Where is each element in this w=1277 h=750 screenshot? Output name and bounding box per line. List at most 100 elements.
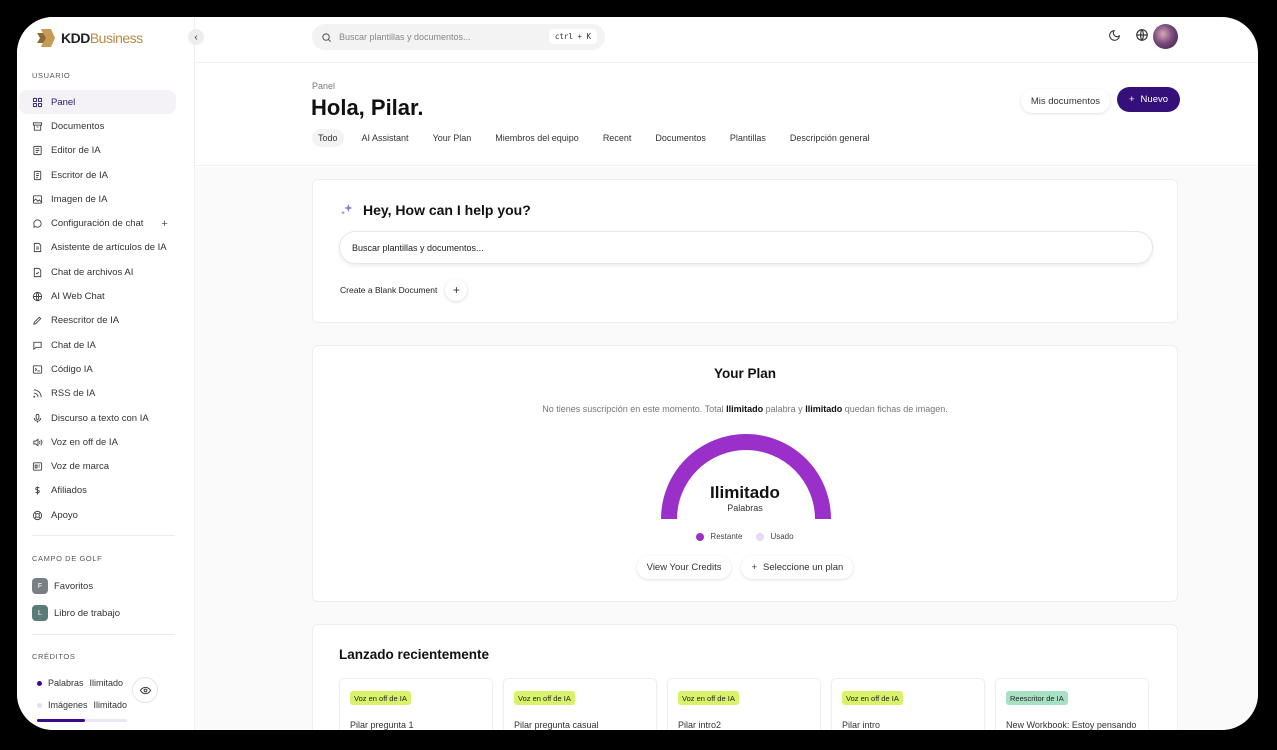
assistant-search-input[interactable]: Buscar plantillas y documentos... — [339, 231, 1153, 264]
sidebar-item-label: Escritor de IA — [51, 169, 109, 181]
document-title: Pilar intro2 — [678, 720, 722, 730]
legend-remaining: Restante — [696, 532, 742, 541]
chat-icon — [32, 218, 43, 229]
sidebar-item-escritor-de-ia[interactable]: Escritor de IA — [19, 163, 176, 187]
globe-icon[interactable] — [1134, 27, 1150, 43]
sidebar-item-discurso-a-texto-con-ia[interactable]: Discurso a texto con IA — [19, 406, 176, 430]
workspace-label: Favoritos — [54, 580, 94, 592]
tab-5[interactable]: Documentos — [649, 129, 712, 147]
tab-0[interactable]: Todo — [312, 129, 344, 147]
workspace-label: Libro de trabajo — [54, 607, 121, 619]
section-label-workspace: CAMPO DE GOLF — [32, 554, 103, 563]
create-blank-document[interactable]: Create a Blank Document + — [340, 279, 468, 301]
toggle-credits-button[interactable] — [132, 677, 158, 703]
sidebar-item-label: Apoyo — [51, 509, 78, 521]
recent-document-card[interactable]: Voz en off de IA Pilar pregunta casual — [503, 678, 657, 730]
tab-1[interactable]: AI Assistant — [356, 129, 415, 147]
sidebar-item-chat-de-archivos-ai[interactable]: Chat de archivos AI — [19, 260, 176, 284]
assistant-title: Hey, How can I help you? — [363, 202, 531, 218]
topbar: Buscar plantillas y documentos... ctrl +… — [195, 17, 1258, 63]
workspace-item-workbook[interactable]: L Libro de trabajo — [32, 605, 120, 621]
select-plan-label: Seleccione un plan — [763, 562, 844, 573]
sidebar-item-label: AI Web Chat — [51, 291, 105, 303]
brand-logo[interactable]: KDDBusiness — [35, 27, 143, 49]
user-avatar[interactable] — [1153, 24, 1178, 49]
gauge-value: Ilimitado — [710, 483, 780, 502]
top-actions — [1106, 27, 1150, 43]
brand-icon — [32, 461, 43, 472]
search-input[interactable]: Buscar plantillas y documentos... ctrl +… — [312, 24, 605, 50]
sidebar-item-código-ia[interactable]: Código IA — [19, 357, 176, 381]
plan-description: No tienes suscripción en este momento. T… — [542, 404, 948, 414]
terminal-icon — [32, 364, 43, 375]
divider — [32, 634, 175, 635]
article-icon — [32, 242, 43, 253]
workspace-item-favorites[interactable]: F Favoritos — [32, 578, 93, 594]
sidebar-item-label: Panel — [51, 96, 76, 108]
my-documents-button[interactable]: Mis documentos — [1020, 89, 1110, 113]
brand-name: KDDBusiness — [61, 30, 143, 46]
sidebar-nav: Panel Documentos Editor de IA Escritor de I… — [19, 90, 176, 527]
document-type-badge: Voz en off de IA — [678, 691, 739, 705]
workspace-badge: L — [32, 605, 48, 621]
sidebar-item-documentos[interactable]: Documentos — [19, 114, 176, 138]
document-title: Pilar pregunta 1 — [350, 720, 414, 730]
archive-icon — [32, 121, 43, 132]
sidebar-item-voz-en-off-de-ia[interactable]: Voz en off de IA — [19, 430, 176, 454]
sidebar-item-configuración-de-chat[interactable]: Configuración de chat + — [19, 211, 176, 235]
view-credits-button[interactable]: View Your Credits — [636, 556, 732, 579]
new-button[interactable]: + Nuevo — [1117, 87, 1180, 112]
file-chat-icon — [32, 267, 43, 278]
pencil-icon — [32, 315, 43, 326]
sidebar-item-imagen-de-ia[interactable]: Imagen de IA — [19, 187, 176, 211]
sidebar-item-apoyo[interactable]: Apoyo — [19, 503, 176, 527]
document-type-badge: Voz en off de IA — [350, 691, 411, 705]
tab-6[interactable]: Plantillas — [724, 129, 772, 147]
sidebar-item-label: Reescritor de IA — [51, 315, 120, 327]
globe-icon — [32, 291, 43, 302]
sidebar-item-reescritor-de-ia[interactable]: Reescritor de IA — [19, 309, 176, 333]
page-title: Hola, Pilar. — [311, 95, 424, 120]
select-plan-button[interactable]: + Seleccione un plan — [741, 556, 854, 579]
sidebar-item-ai-web-chat[interactable]: AI Web Chat — [19, 284, 176, 308]
moon-icon[interactable] — [1106, 27, 1122, 43]
sidebar-item-rss-de-ia[interactable]: RSS de IA — [19, 382, 176, 406]
tab-4[interactable]: Recent — [597, 129, 638, 147]
credit-progress — [37, 719, 127, 722]
sidebar-item-label: RSS de IA — [51, 388, 96, 400]
gauge-legend: Restante Usado — [313, 532, 1177, 541]
search-shortcut: ctrl + K — [548, 29, 597, 44]
sidebar-item-label: Código IA — [51, 363, 93, 375]
lifebuoy-icon — [32, 510, 43, 521]
recent-document-card[interactable]: Reescritor de IA New Workbook: Estoy pens… — [995, 678, 1149, 730]
sparkles-icon — [341, 204, 353, 215]
document-title: New Workbook: Estoy pensando — [1006, 720, 1137, 730]
dollar-icon — [32, 485, 43, 496]
tab-7[interactable]: Descripción general — [784, 129, 876, 147]
tab-3[interactable]: Miembros del equipo — [489, 129, 585, 147]
sidebar-item-afiliados[interactable]: Afiliados — [19, 479, 176, 503]
sidebar-item-panel[interactable]: Panel — [19, 90, 176, 115]
document-icon — [32, 170, 43, 181]
message-icon — [32, 340, 43, 351]
add-chat-icon[interactable]: + — [161, 218, 167, 230]
credit-value: Ilimitado — [93, 700, 128, 710]
tab-2[interactable]: Your Plan — [427, 129, 478, 147]
sidebar-item-label: Discurso a texto con IA — [51, 412, 149, 424]
recent-document-card[interactable]: Voz en off de IA Pilar pregunta 1 — [339, 678, 493, 730]
workspace-badge: F — [32, 578, 48, 594]
sidebar-item-chat-de-ia[interactable]: Chat de IA — [19, 333, 176, 357]
recent-title: Lanzado recientemente — [339, 647, 490, 662]
sidebar-item-label: Asistente de artículos de IA — [51, 242, 167, 254]
sidebar-item-asistente-de-artículos-de-ia[interactable]: Asistente de artículos de IA — [19, 236, 176, 260]
recent-document-card[interactable]: Voz en off de IA Pilar intro — [831, 678, 985, 730]
words-dot — [37, 680, 42, 686]
sidebar-item-voz-de-marca[interactable]: Voz de marca — [19, 454, 176, 478]
recent-document-card[interactable]: Voz en off de IA Pilar intro2 — [667, 678, 821, 730]
document-type-badge: Voz en off de IA — [842, 691, 903, 705]
breadcrumb[interactable]: Panel — [312, 81, 335, 91]
sidebar-item-editor-de-ia[interactable]: Editor de IA — [19, 139, 176, 163]
gauge-unit: Palabras — [727, 503, 763, 513]
image-icon — [32, 194, 43, 205]
plus-icon[interactable]: + — [445, 279, 468, 301]
